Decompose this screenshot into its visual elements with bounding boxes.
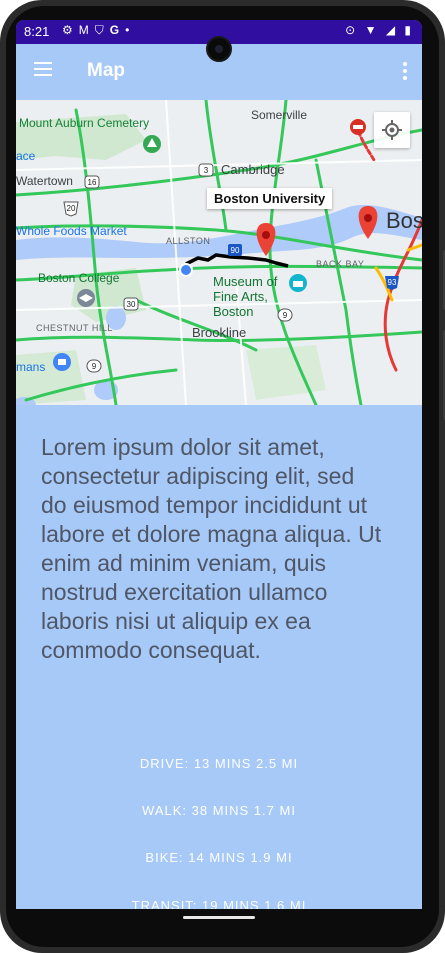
marker-info-window[interactable]: Boston University (207, 188, 333, 209)
map-label-back-bay: BACK BAY (316, 259, 365, 269)
map-label-brookline: Brookline (192, 325, 247, 340)
my-location-button[interactable] (374, 112, 410, 148)
route-details: Lorem ipsum dolor sit amet, consectetur … (16, 405, 422, 909)
location-icon: ⊙ (345, 23, 359, 37)
map-label-chestnut-hill: CHESTNUT HILL (36, 323, 113, 333)
route-shield-16: 16 (88, 178, 97, 187)
route-shield-20: 20 (67, 204, 76, 213)
device-screen: 8:21 ⚙M⛉G• ⊙ ▼ ◢ ▮ Map 3 16 20 90 30 9 9… (16, 20, 422, 909)
walk-route[interactable]: WALK: 38 MINS 1.7 MI (16, 803, 422, 818)
more-vert-icon[interactable] (400, 60, 410, 82)
map-label-mount-auburn: Mount Auburn Cemetery (19, 116, 150, 130)
status-time: 8:21 (24, 24, 50, 39)
map-label-boston: Bosto (386, 208, 422, 233)
description-text: Lorem ipsum dolor sit amet, consectetur … (41, 434, 382, 663)
wifi-icon: ▼ (364, 23, 380, 37)
map-label-boston-college: Boston College (38, 271, 120, 285)
route-shield-90: 90 (231, 246, 240, 255)
hamburger-menu-icon[interactable] (34, 62, 54, 78)
map-label-ace: ace (16, 149, 36, 163)
google-icon: G (109, 23, 126, 37)
signal-icon: ◢ (385, 23, 399, 37)
shield-icon: ⛉ (94, 23, 110, 37)
route-shield-3: 3 (204, 166, 209, 175)
map-label-whole-foods: Whole Foods Market (16, 224, 127, 238)
front-camera (206, 36, 232, 62)
page-title: Map (87, 60, 125, 81)
map-label-somerville: Somerville (251, 108, 308, 122)
status-notification-icons: ⚙M⛉G• (62, 23, 135, 38)
gear-icon: ⚙ (62, 23, 79, 37)
bike-route[interactable]: BIKE: 14 MINS 1.9 MI (16, 850, 422, 865)
route-shield-93: 93 (388, 278, 397, 287)
map-label-mans: mans (16, 360, 46, 374)
map-label-cambridge: Cambridge (221, 162, 285, 177)
status-system-icons: ⊙ ▼ ◢ ▮ (345, 23, 414, 37)
crosshair-icon (382, 120, 402, 140)
route-shield-9-west: 9 (92, 362, 97, 371)
transit-route[interactable]: TRANSIT: 19 MINS 1.6 MI (16, 898, 422, 909)
map-view[interactable]: 3 16 20 90 30 9 9 93 Mount Auburn Cemete… (16, 100, 422, 405)
battery-icon: ▮ (404, 23, 414, 37)
route-shield-30: 30 (127, 300, 136, 309)
dot-icon: • (125, 23, 136, 37)
gmail-icon: M (78, 23, 95, 37)
drive-route[interactable]: DRIVE: 13 MINS 2.5 MI (16, 756, 422, 771)
gesture-nav-bar[interactable] (183, 916, 255, 919)
map-label-watertown: Watertown (16, 174, 73, 188)
map-tiles: 3 16 20 90 30 9 9 93 (16, 100, 422, 405)
map-label-museum: Museum of Fine Arts, Boston (213, 274, 278, 319)
map-label-allston: ALLSTON (166, 236, 211, 246)
